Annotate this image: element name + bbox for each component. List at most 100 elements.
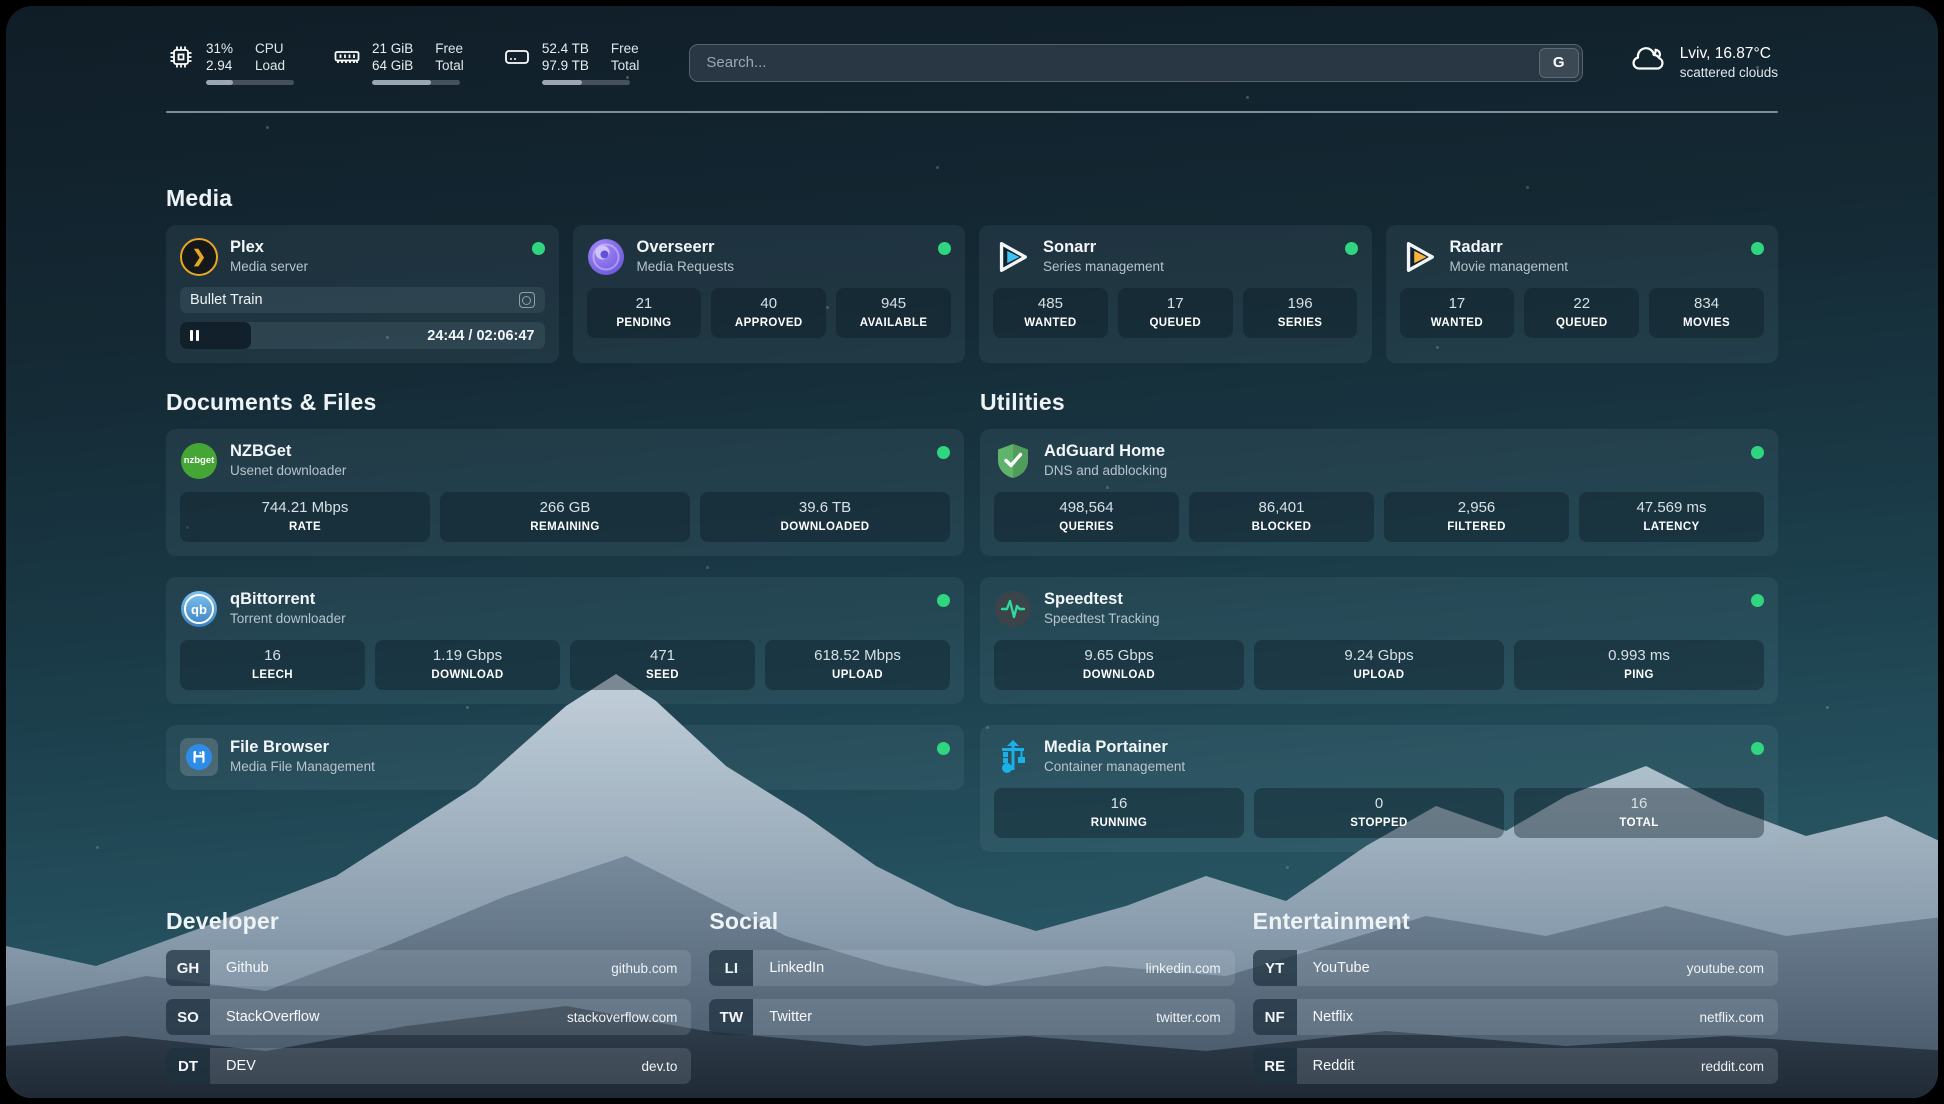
nzbget-icon: nzbget [180, 442, 218, 480]
bookmark-name: Github [210, 960, 269, 976]
app-name-radarr: Radarr [1450, 237, 1569, 258]
app-name-adguard: AdGuard Home [1044, 441, 1167, 462]
app-name-filebrowser: File Browser [230, 737, 375, 758]
app-card-plex[interactable]: ❯ Plex Media server Bullet Train [166, 225, 559, 363]
status-dot [937, 594, 950, 607]
bookmark-url: linkedin.com [1146, 961, 1235, 976]
app-card-adguard[interactable]: AdGuard Home DNS and adblocking 498,564Q… [980, 429, 1778, 556]
app-name-qbittorrent: qBittorrent [230, 589, 346, 610]
bookmark-abbr: GH [166, 950, 210, 986]
now-playing-time: 24:44 / 02:06:47 [427, 328, 544, 344]
cpu-usage-value: 31% [206, 40, 233, 57]
status-dot [532, 242, 545, 255]
bookmark-dev[interactable]: DT DEV dev.to [166, 1048, 691, 1084]
stat-download: 9.65 GbpsDOWNLOAD [994, 640, 1244, 690]
bookmark-abbr: SO [166, 999, 210, 1035]
search-input[interactable] [689, 44, 1582, 82]
bookmark-netflix[interactable]: NF Netflix netflix.com [1253, 999, 1778, 1035]
app-card-overseerr[interactable]: Overseerr Media Requests 21PENDING 40APP… [573, 225, 966, 363]
bookmark-name: Twitter [753, 1009, 812, 1025]
system-stats: 31% 2.94 CPU Load [166, 40, 639, 85]
bookmark-group-developer: Developer GH Github github.com SO StackO… [166, 908, 691, 1084]
app-subtitle-overseerr: Media Requests [637, 258, 735, 276]
sonarr-icon [993, 238, 1031, 276]
stat-queued: 17QUEUED [1118, 288, 1233, 338]
disk-label-bottom: Total [611, 57, 640, 74]
bookmark-url: twitter.com [1156, 1010, 1235, 1025]
section-utilities: Utilities [980, 389, 1778, 852]
bookmark-reddit[interactable]: RE Reddit reddit.com [1253, 1048, 1778, 1084]
stat-wanted: 17WANTED [1400, 288, 1515, 338]
stat-approved: 40APPROVED [711, 288, 826, 338]
stat-stopped: 0STOPPED [1254, 788, 1504, 838]
bookmark-title-entertainment: Entertainment [1253, 908, 1778, 935]
cloud-icon [1629, 43, 1667, 82]
stat-blocked: 86,401BLOCKED [1189, 492, 1374, 542]
bookmark-abbr: RE [1253, 1048, 1297, 1084]
app-name-overseerr: Overseerr [637, 237, 735, 258]
stat-download: 1.19 GbpsDOWNLOAD [375, 640, 560, 690]
adguard-icon [994, 442, 1032, 480]
stat-wanted: 485WANTED [993, 288, 1108, 338]
stat-movies: 834MOVIES [1649, 288, 1764, 338]
app-subtitle-filebrowser: Media File Management [230, 758, 375, 776]
app-card-nzbget[interactable]: nzbget NZBGet Usenet downloader 744.21 M… [166, 429, 964, 556]
portainer-icon [994, 738, 1032, 776]
bookmark-url: netflix.com [1699, 1010, 1778, 1025]
cpu-load-value: 2.94 [206, 57, 233, 74]
app-name-sonarr: Sonarr [1043, 237, 1164, 258]
app-name-portainer: Media Portainer [1044, 737, 1185, 758]
app-card-filebrowser[interactable]: File Browser Media File Management [166, 725, 964, 790]
disk-icon [502, 42, 532, 72]
bookmark-name: Netflix [1297, 1009, 1353, 1025]
session-icon [519, 292, 535, 308]
header-separator [166, 111, 1778, 113]
search-engine-button[interactable]: G [1539, 48, 1579, 78]
now-playing-progress[interactable]: 24:44 / 02:06:47 [180, 322, 545, 349]
app-card-radarr[interactable]: Radarr Movie management 17WANTED 22QUEUE… [1386, 225, 1779, 363]
bookmark-linkedin[interactable]: LI LinkedIn linkedin.com [709, 950, 1234, 986]
stat-ping: 0.993 msPING [1514, 640, 1764, 690]
section-title-media: Media [166, 185, 1778, 212]
stat-pending: 21PENDING [587, 288, 702, 338]
cpu-label-top: CPU [255, 40, 285, 57]
app-subtitle-qbittorrent: Torrent downloader [230, 610, 346, 628]
stat-available: 945AVAILABLE [836, 288, 951, 338]
stat-series: 196SERIES [1243, 288, 1358, 338]
status-dot [1751, 742, 1764, 755]
dashboard-window: 31% 2.94 CPU Load [6, 6, 1938, 1098]
disk-label-top: Free [611, 40, 640, 57]
screenshot-frame: 31% 2.94 CPU Load [0, 0, 1944, 1104]
weather-widget[interactable]: Lviv, 16.87°C scattered clouds [1629, 43, 1778, 82]
cpu-icon [166, 42, 196, 72]
app-subtitle-adguard: DNS and adblocking [1044, 462, 1167, 480]
bookmark-github[interactable]: GH Github github.com [166, 950, 691, 986]
status-dot [937, 742, 950, 755]
app-card-portainer[interactable]: Media Portainer Container management 16R… [980, 725, 1778, 852]
app-subtitle-plex: Media server [230, 258, 308, 276]
bookmark-youtube[interactable]: YT YouTube youtube.com [1253, 950, 1778, 986]
app-subtitle-portainer: Container management [1044, 758, 1185, 776]
app-card-qbittorrent[interactable]: qb qBittorrent Torrent downloader 16LEEC… [166, 577, 964, 704]
bookmark-twitter[interactable]: TW Twitter twitter.com [709, 999, 1234, 1035]
stat-upload: 618.52 MbpsUPLOAD [765, 640, 950, 690]
speedtest-icon [994, 590, 1032, 628]
bookmark-group-entertainment: Entertainment YT YouTube youtube.com NF … [1253, 908, 1778, 1084]
overseerr-icon [587, 238, 625, 276]
app-card-speedtest[interactable]: Speedtest Speedtest Tracking 9.65 GbpsDO… [980, 577, 1778, 704]
app-name-speedtest: Speedtest [1044, 589, 1160, 610]
status-dot [1751, 594, 1764, 607]
bookmark-url: dev.to [642, 1059, 692, 1074]
pause-icon[interactable] [190, 330, 199, 341]
app-name-nzbget: NZBGet [230, 441, 346, 462]
bookmark-abbr: YT [1253, 950, 1297, 986]
section-documents: Documents & Files nzbget NZBGet Usenet d… [166, 389, 964, 852]
app-card-sonarr[interactable]: Sonarr Series management 485WANTED 17QUE… [979, 225, 1372, 363]
status-dot [1345, 242, 1358, 255]
app-subtitle-sonarr: Series management [1043, 258, 1164, 276]
bookmark-group-social: Social LI LinkedIn linkedin.com TW Twitt… [709, 908, 1234, 1084]
bookmark-abbr: DT [166, 1048, 210, 1084]
bookmark-stackoverflow[interactable]: SO StackOverflow stackoverflow.com [166, 999, 691, 1035]
weather-location-temp: Lviv, 16.87°C [1680, 44, 1778, 64]
radarr-icon [1400, 238, 1438, 276]
